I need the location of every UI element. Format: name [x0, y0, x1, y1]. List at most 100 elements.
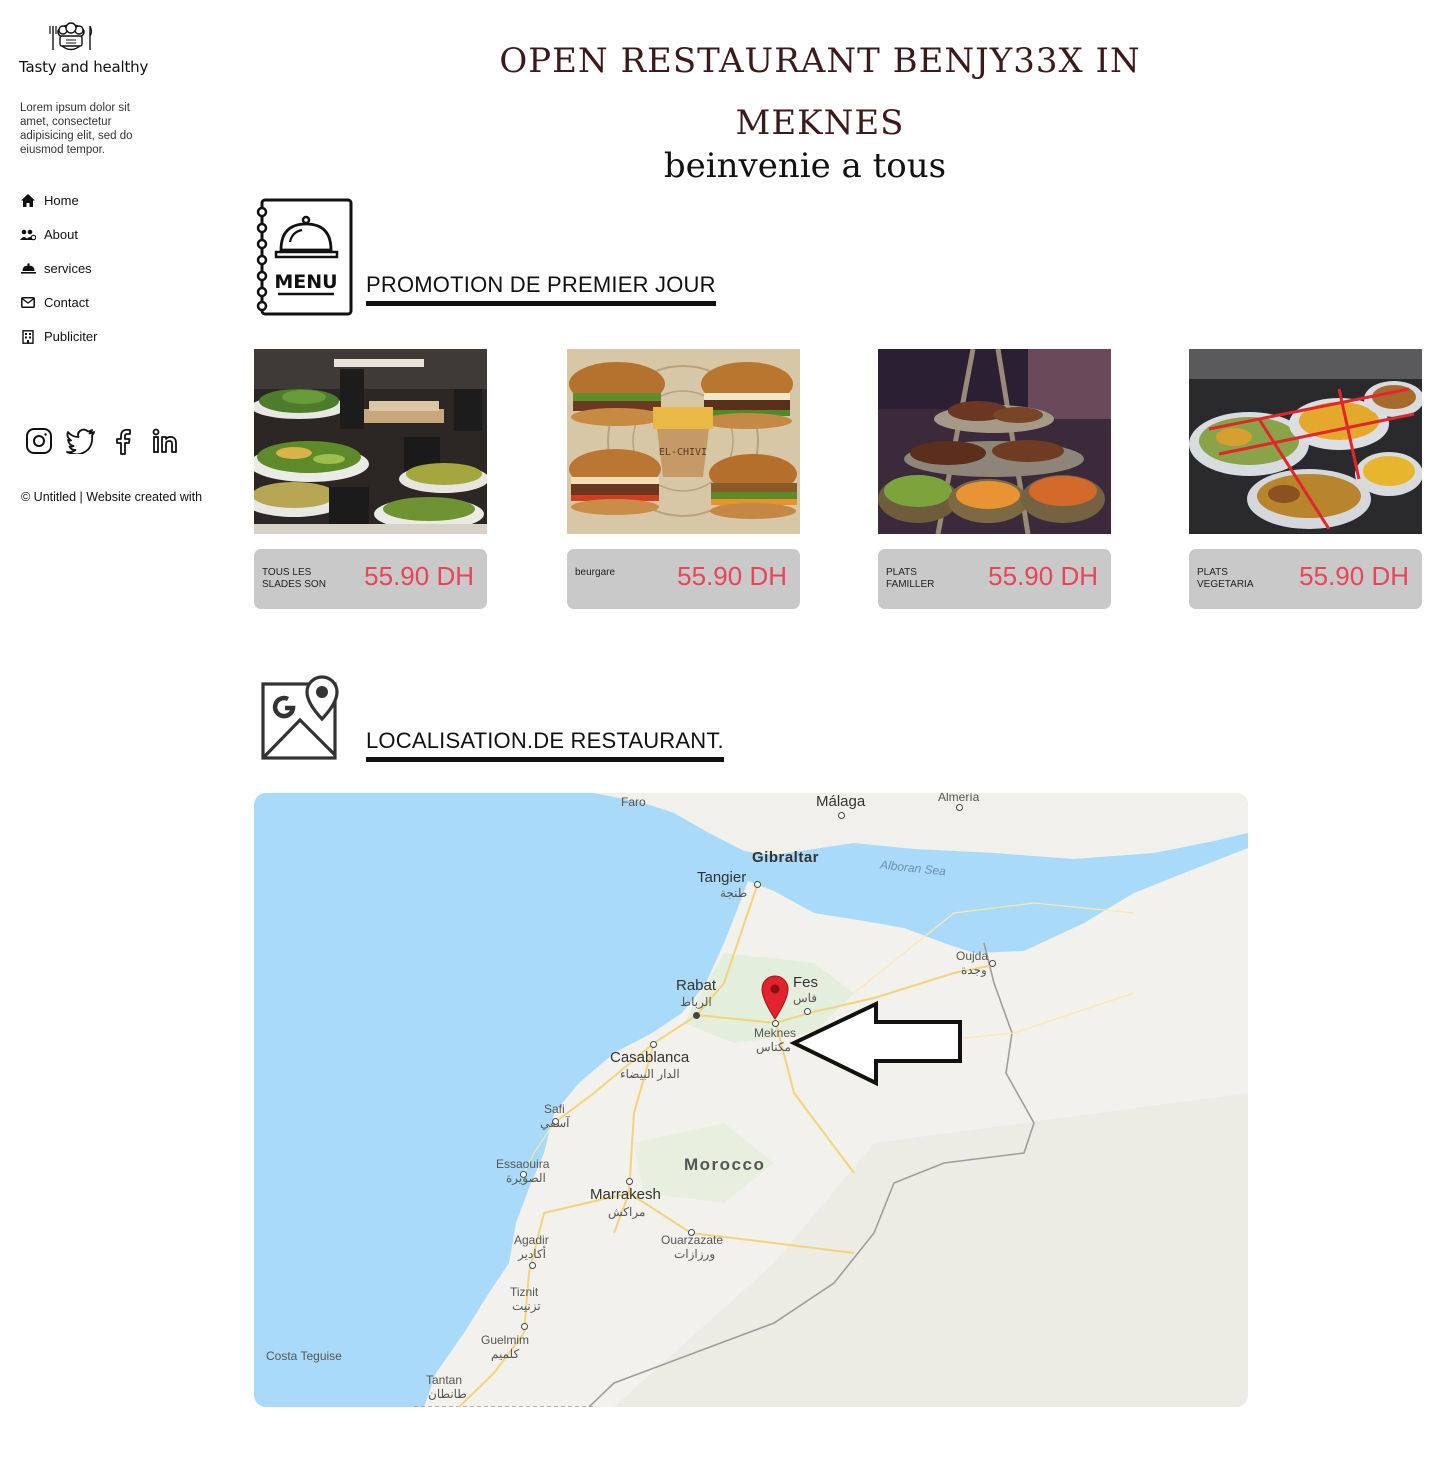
- instagram-icon[interactable]: [24, 426, 54, 456]
- burger-top-right: [701, 362, 793, 429]
- map-label: ورزازات: [674, 1247, 716, 1261]
- nav-item-services[interactable]: services: [20, 260, 97, 277]
- map-dot-guelmim: [521, 1323, 528, 1330]
- map-label: طنجة: [720, 886, 748, 900]
- map-label: أكادير: [518, 1247, 547, 1261]
- users-icon: [20, 228, 36, 242]
- promo-card[interactable]: PLATS VEGETARIA 55.90 DH: [1189, 349, 1424, 609]
- nav-label-contact: Contact: [44, 295, 89, 310]
- map-label: Rabat: [676, 977, 717, 994]
- item-price: 55.90 DH: [988, 561, 1098, 591]
- map-label: الصويرة: [506, 1171, 546, 1185]
- nav-label-about: About: [44, 227, 78, 242]
- nav-label-services: services: [44, 261, 92, 276]
- map-dot-tangier: [754, 881, 761, 888]
- location-heading-underline: [366, 757, 724, 762]
- page-subtitle: beinvenie a tous: [663, 146, 947, 186]
- nav-item-about[interactable]: About: [20, 226, 97, 243]
- menu-book-icon: MENU: [256, 198, 353, 316]
- promo-card[interactable]: EL-CHIVI beurgare 55.90 DH: [567, 349, 800, 609]
- map-label: Meknes: [754, 1026, 797, 1040]
- map-label: مكناس: [756, 1040, 791, 1054]
- vegetarian-plates-photo[interactable]: [1189, 349, 1424, 534]
- burger-sign-text: EL-CHIVI: [659, 447, 707, 458]
- promo-heading[interactable]: PROMOTION DE PREMIER JOUR: [366, 272, 716, 306]
- home-icon: [20, 194, 36, 208]
- map-label: آسفي: [540, 1116, 570, 1130]
- map-label: Casablanca: [610, 1049, 690, 1066]
- item-name: PLATS FAMILLER: [886, 567, 935, 590]
- price-box: beurgare 55.90 DH: [567, 549, 800, 609]
- map-label: Gibraltar: [752, 849, 820, 866]
- map-label: Agadir: [514, 1233, 549, 1247]
- map-label: Marrakesh: [590, 1186, 661, 1203]
- map-label: Tantan: [426, 1373, 463, 1387]
- linkedin-icon[interactable]: [150, 426, 180, 456]
- map-label: Oujda: [956, 949, 989, 963]
- map-dot-almeria: [956, 804, 963, 811]
- map-label: الرباط: [680, 995, 712, 1009]
- page-title: OPEN RESTAURANT BENJY33X IN MEKNES: [450, 30, 1190, 154]
- nav-item-publiciter[interactable]: Publiciter: [20, 328, 97, 345]
- map-dot-oujda: [989, 960, 996, 967]
- family-plates-photo[interactable]: [878, 348, 1111, 535]
- map-dot-malaga: [838, 812, 845, 819]
- map-label: Fes: [793, 974, 819, 991]
- map-label: Faro: [621, 795, 646, 809]
- map-label: كلميم: [491, 1347, 520, 1361]
- item-name: PLATS VEGETARIA: [1197, 567, 1254, 590]
- map-label: Ouarzazate: [661, 1233, 724, 1247]
- item-price: 55.90 DH: [364, 561, 474, 591]
- facebook-icon[interactable]: [108, 426, 138, 456]
- map-label: فاس: [793, 991, 818, 1005]
- item-name: TOUS LES SLADES SON: [262, 567, 326, 590]
- map-label: Guelmim: [481, 1333, 530, 1347]
- map-dot-fes: [804, 1008, 811, 1015]
- map-label: وجدة: [961, 963, 987, 977]
- promo-card[interactable]: PLATS FAMILLER 55.90 DH: [878, 348, 1111, 609]
- map-canvas: [414, 793, 1248, 1407]
- burger-top-left: [569, 362, 665, 426]
- brand-name[interactable]: Tasty and healthy: [19, 58, 148, 76]
- map-dot-marrakesh: [626, 1178, 633, 1185]
- salads-photo[interactable]: [244, 349, 489, 534]
- chef-logo-icon[interactable]: [48, 22, 94, 54]
- map-label: طانطان: [428, 1387, 467, 1401]
- promo-heading-underline: [366, 301, 716, 306]
- item-price: 55.90 DH: [677, 561, 787, 591]
- location-heading-text: LOCALISATION.DE RESTAURANT.: [366, 728, 724, 753]
- promo-card[interactable]: TOUS LES SLADES SON 55.90 DH: [244, 349, 489, 609]
- map-label: الدار البيضاء: [620, 1067, 680, 1081]
- map-dot-agadir: [529, 1262, 536, 1269]
- mail-icon: [20, 296, 36, 310]
- map[interactable]: Faro Málaga Almería Gibraltar Alboran Se…: [254, 793, 1248, 1407]
- item-name: beurgare: [575, 567, 616, 578]
- nav-label-home: Home: [44, 193, 79, 208]
- map-label: مراكش: [608, 1205, 646, 1219]
- map-label: Tiznit: [510, 1285, 539, 1299]
- price-box: PLATS FAMILLER 55.90 DH: [878, 549, 1111, 609]
- map-label: Tangier: [697, 869, 747, 886]
- map-label: Costa Teguise: [266, 1349, 342, 1363]
- menu-icon-text: MENU: [274, 271, 337, 293]
- map-label: Safi: [544, 1102, 565, 1116]
- map-label: Essaouira: [496, 1157, 550, 1171]
- nav-item-contact[interactable]: Contact: [20, 294, 97, 311]
- social-links: [24, 426, 192, 456]
- cloche-icon: [20, 262, 36, 276]
- map-dot-casablanca: [650, 1041, 657, 1048]
- nav-label-publiciter: Publiciter: [44, 329, 98, 344]
- burgers-photo[interactable]: EL-CHIVI: [567, 349, 800, 534]
- location-heading[interactable]: LOCALISATION.DE RESTAURANT.: [366, 728, 724, 762]
- price-box: TOUS LES SLADES SON 55.90 DH: [254, 549, 487, 609]
- nav-item-home[interactable]: Home: [20, 192, 97, 209]
- map-label: Almería: [938, 793, 980, 804]
- twitter-icon[interactable]: [66, 426, 96, 456]
- item-price: 55.90 DH: [1299, 561, 1409, 591]
- google-maps-icon: [261, 675, 339, 760]
- burger-bottom-left: [569, 449, 661, 515]
- map-label: Morocco: [684, 1155, 766, 1174]
- building-icon: [20, 329, 36, 344]
- map-label: Málaga: [816, 793, 866, 810]
- sidebar: Tasty and healthy Lorem ipsum dolor sit …: [0, 0, 230, 1461]
